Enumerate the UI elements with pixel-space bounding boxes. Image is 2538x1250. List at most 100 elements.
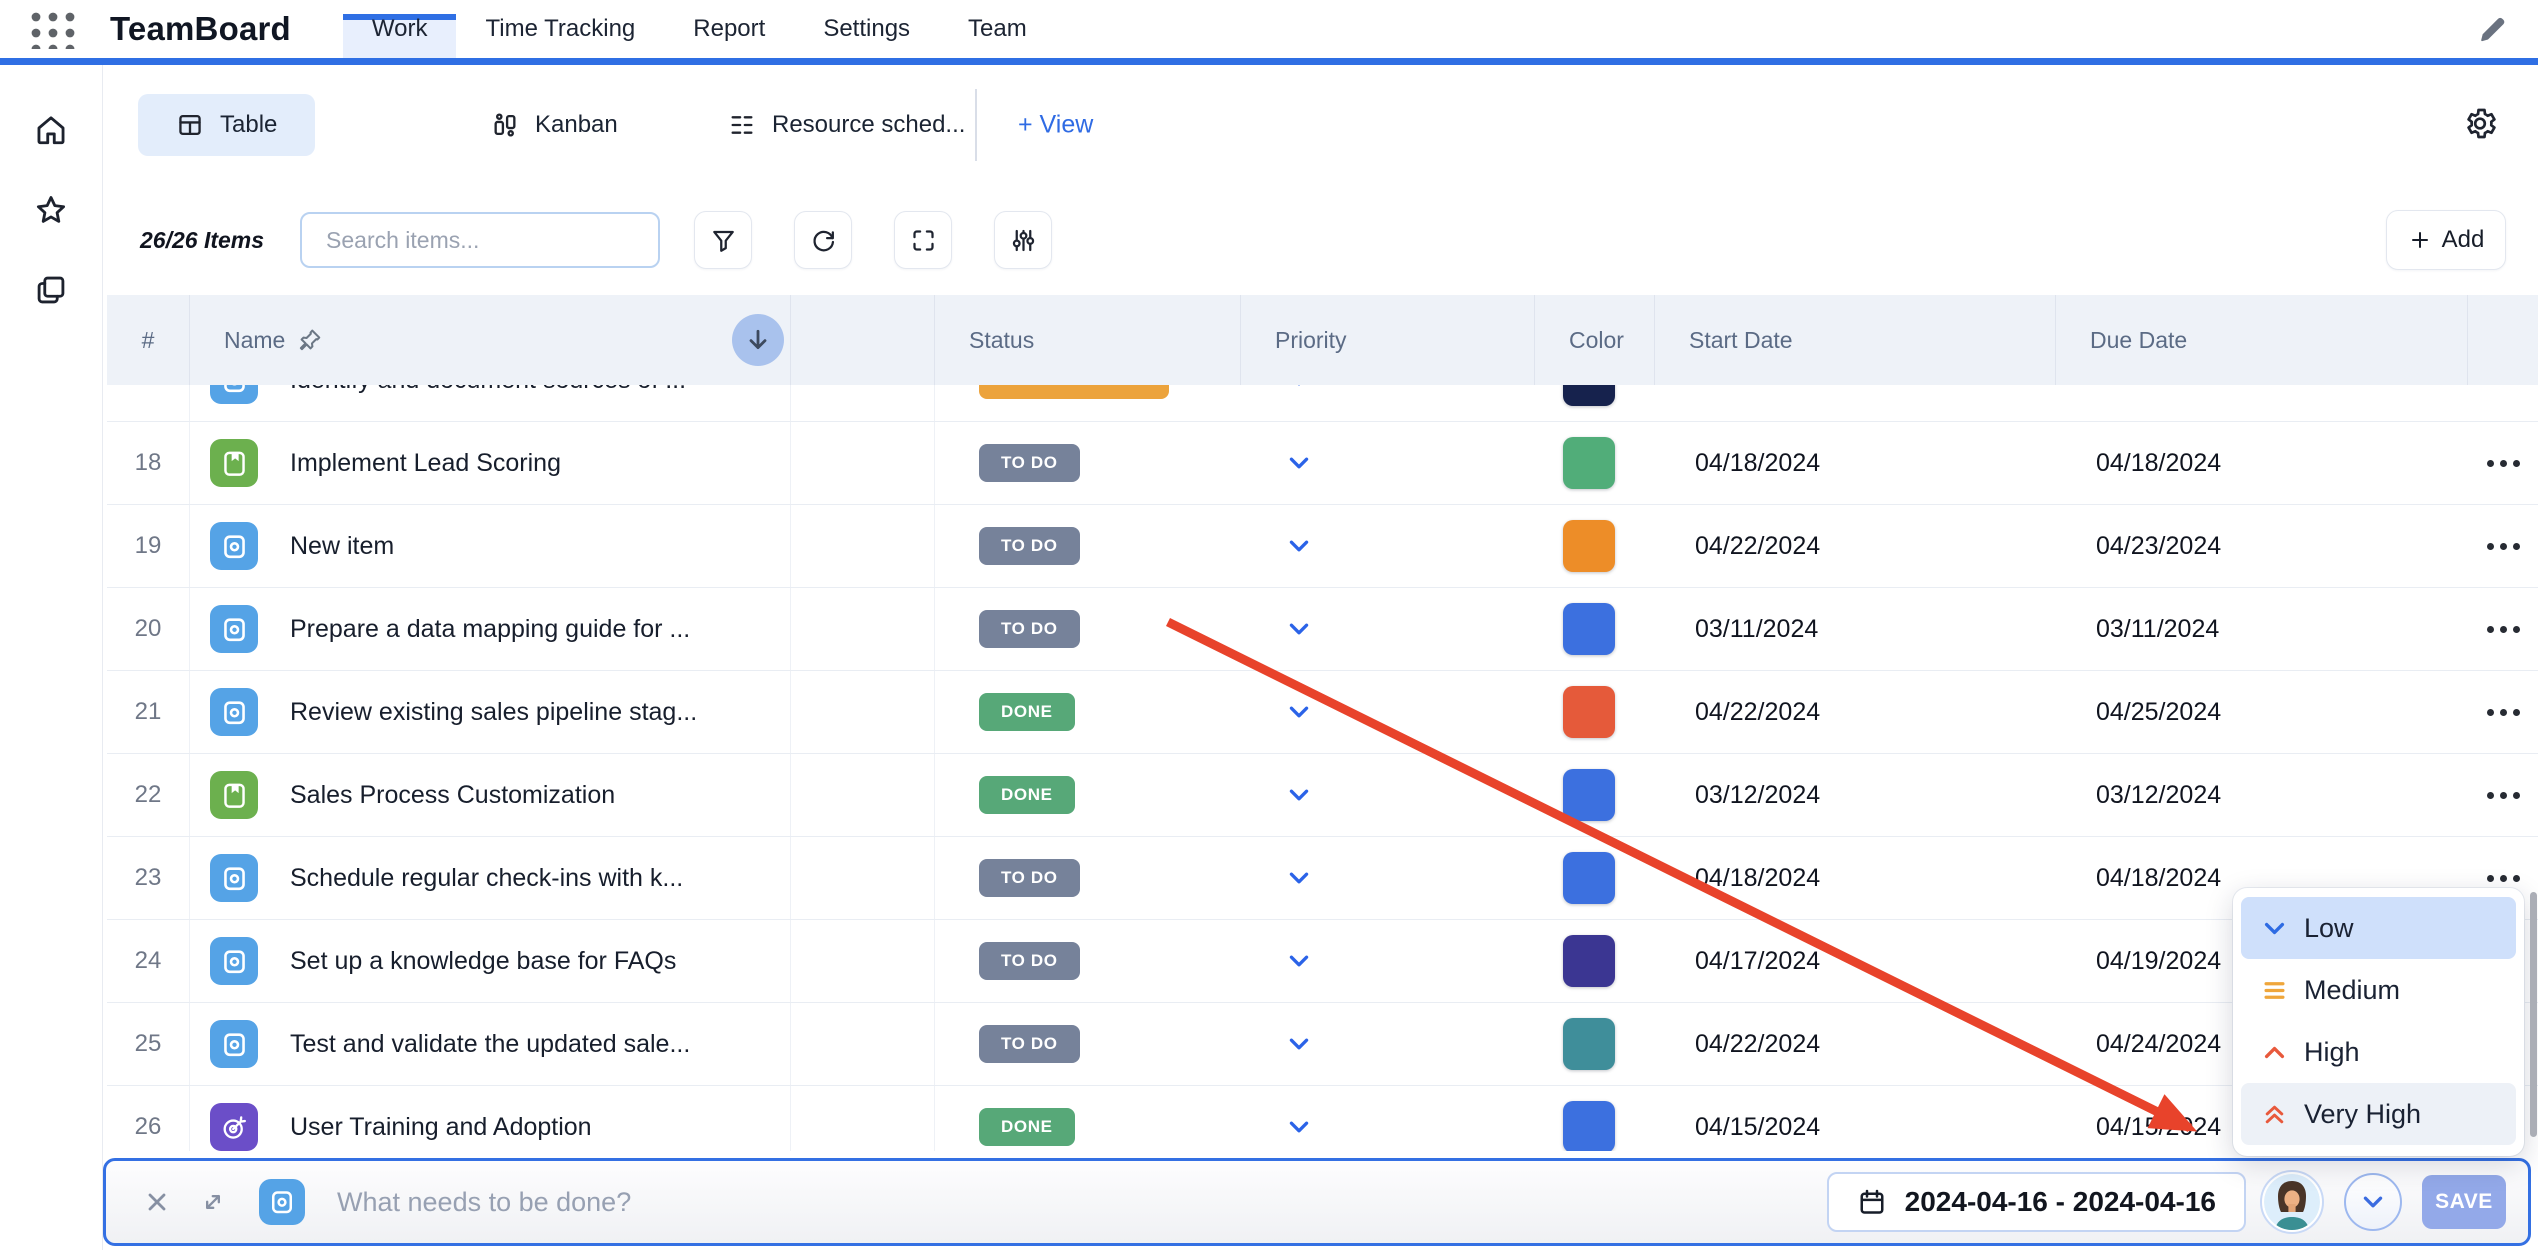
priority-chevron-down-icon — [1286, 385, 1312, 393]
brand: TeamBoard — [0, 0, 343, 58]
status-badge[interactable]: TO DO — [979, 610, 1080, 648]
priority-chevron-down-icon — [1286, 782, 1312, 808]
column-header-priority[interactable]: Priority — [1241, 295, 1535, 385]
toolbar-buttons — [694, 211, 1094, 269]
row-menu-button[interactable] — [2468, 588, 2538, 670]
column-header-blank[interactable] — [791, 295, 935, 385]
priority-option-low[interactable]: Low — [2241, 897, 2516, 959]
item-blue-icon — [210, 1020, 258, 1068]
row-menu-button[interactable] — [2468, 754, 2538, 836]
item-type-icon[interactable] — [259, 1179, 305, 1225]
priority-option-medium[interactable]: Medium — [2241, 959, 2516, 1021]
column-header-due-date[interactable]: Due Date — [2056, 295, 2468, 385]
sidebar-item-stack[interactable] — [33, 273, 69, 309]
column-label: Priority — [1275, 327, 1347, 354]
column-header-blank[interactable] — [2468, 295, 2538, 385]
edit-button[interactable] — [2476, 0, 2538, 58]
close-button[interactable] — [143, 1188, 171, 1216]
color-swatch[interactable] — [1563, 686, 1615, 738]
header-accent-bar — [0, 58, 2538, 65]
item-glyph — [219, 1029, 250, 1060]
filter-icon — [710, 227, 737, 254]
chev-down-icon — [2261, 915, 2288, 942]
column-header-name[interactable]: Name — [190, 295, 791, 385]
top-bar: TeamBoard Work Time Tracking ReportSetting… — [0, 0, 2538, 58]
item-blue-icon — [210, 854, 258, 902]
color-cell — [1535, 671, 1655, 753]
more-options-button[interactable] — [2344, 1173, 2402, 1231]
row-menu-button[interactable] — [2468, 385, 2538, 421]
item-name-cell: Schedule regular check-ins with k... — [190, 837, 791, 919]
save-button[interactable]: SAVE — [2422, 1175, 2506, 1229]
row-menu-button[interactable] — [2468, 505, 2538, 587]
priority-option-very-high[interactable]: Very High — [2241, 1083, 2516, 1145]
column-header-status[interactable]: Status — [935, 295, 1241, 385]
color-swatch[interactable] — [1563, 852, 1615, 904]
status-badge[interactable]: DONE — [979, 1108, 1075, 1146]
color-swatch[interactable] — [1563, 769, 1615, 821]
expand-button[interactable] — [199, 1188, 227, 1216]
row-menu-button[interactable] — [2468, 422, 2538, 504]
column-header-color[interactable]: Color — [1535, 295, 1655, 385]
sidebar-item-home[interactable] — [33, 113, 69, 149]
priority-cell — [1241, 505, 1535, 587]
plus-icon — [2408, 228, 2432, 252]
color-swatch[interactable] — [1563, 385, 1615, 406]
nav-tab-label: Time Tracking — [485, 15, 635, 43]
priority-cell — [1241, 588, 1535, 670]
item-name-cell: Sales Process Customization — [190, 754, 791, 836]
search-input[interactable] — [300, 212, 660, 268]
color-swatch[interactable] — [1563, 1018, 1615, 1070]
start-date: 03/12/2024 — [1655, 754, 2056, 836]
start-date — [1655, 385, 2056, 421]
status-cell: DONE — [935, 1086, 1241, 1151]
pencil-icon — [2476, 13, 2508, 45]
add-view-button[interactable]: + View — [1018, 111, 1093, 140]
status-badge[interactable]: TO DO — [979, 444, 1080, 482]
date-range-picker[interactable]: 2024-04-16 - 2024-04-16 — [1827, 1172, 2246, 1232]
view-tab-kanban[interactable]: Kanban — [491, 111, 618, 139]
nav-tab-settings[interactable]: Settings — [794, 0, 939, 58]
assignee-avatar[interactable] — [2260, 1170, 2324, 1234]
priority-chevron-down-icon — [1286, 616, 1312, 642]
nav-tab-team[interactable]: Team — [939, 0, 1056, 58]
priority-option-label: Very High — [2304, 1099, 2421, 1130]
status-badge[interactable]: DONE — [979, 776, 1075, 814]
status-badge[interactable]: TO DO — [979, 942, 1080, 980]
row-menu-button[interactable] — [2468, 671, 2538, 753]
nav-tab-work[interactable]: Work — [343, 0, 457, 58]
status-badge[interactable]: TO DO — [979, 1025, 1080, 1063]
column-header-start-date[interactable]: Start Date — [1655, 295, 2056, 385]
column-header-blank[interactable]: # — [107, 295, 190, 385]
filter-button[interactable] — [694, 211, 752, 269]
view-settings-button[interactable] — [2462, 106, 2498, 145]
color-swatch[interactable] — [1563, 935, 1615, 987]
view-tab-resource-sched[interactable]: Resource sched... — [728, 111, 965, 139]
color-swatch[interactable] — [1563, 437, 1615, 489]
nav-tab-report[interactable]: Report — [664, 0, 794, 58]
status-badge[interactable]: DONE — [979, 693, 1075, 731]
view-tab-table[interactable]: Table — [138, 94, 315, 156]
app-grid-icon[interactable] — [30, 9, 78, 49]
color-swatch[interactable] — [1563, 603, 1615, 655]
priority-option-high[interactable]: High — [2241, 1021, 2516, 1083]
sliders-icon — [1010, 227, 1037, 254]
status-cell: TO DO — [935, 505, 1241, 587]
priority-option-label: Medium — [2304, 975, 2400, 1006]
refresh-button[interactable] — [794, 211, 852, 269]
status-badge[interactable] — [979, 385, 1169, 399]
add-item-button[interactable]: Add — [2386, 210, 2506, 270]
sidebar-item-star[interactable] — [33, 193, 69, 229]
vertical-scrollbar[interactable] — [2530, 892, 2537, 1137]
new-item-input[interactable] — [335, 1186, 1827, 1219]
color-swatch[interactable] — [1563, 1101, 1615, 1151]
color-swatch[interactable] — [1563, 520, 1615, 572]
status-badge[interactable]: TO DO — [979, 527, 1080, 565]
sort-button[interactable] — [732, 314, 784, 366]
sliders-button[interactable] — [994, 211, 1052, 269]
item-glyph — [219, 531, 250, 562]
table-row: 18Implement Lead ScoringTO DO04/18/20240… — [107, 422, 2538, 505]
status-badge[interactable]: TO DO — [979, 859, 1080, 897]
nav-tab-time-tracking[interactable]: Time Tracking — [456, 0, 664, 58]
fullscreen-button[interactable] — [894, 211, 952, 269]
